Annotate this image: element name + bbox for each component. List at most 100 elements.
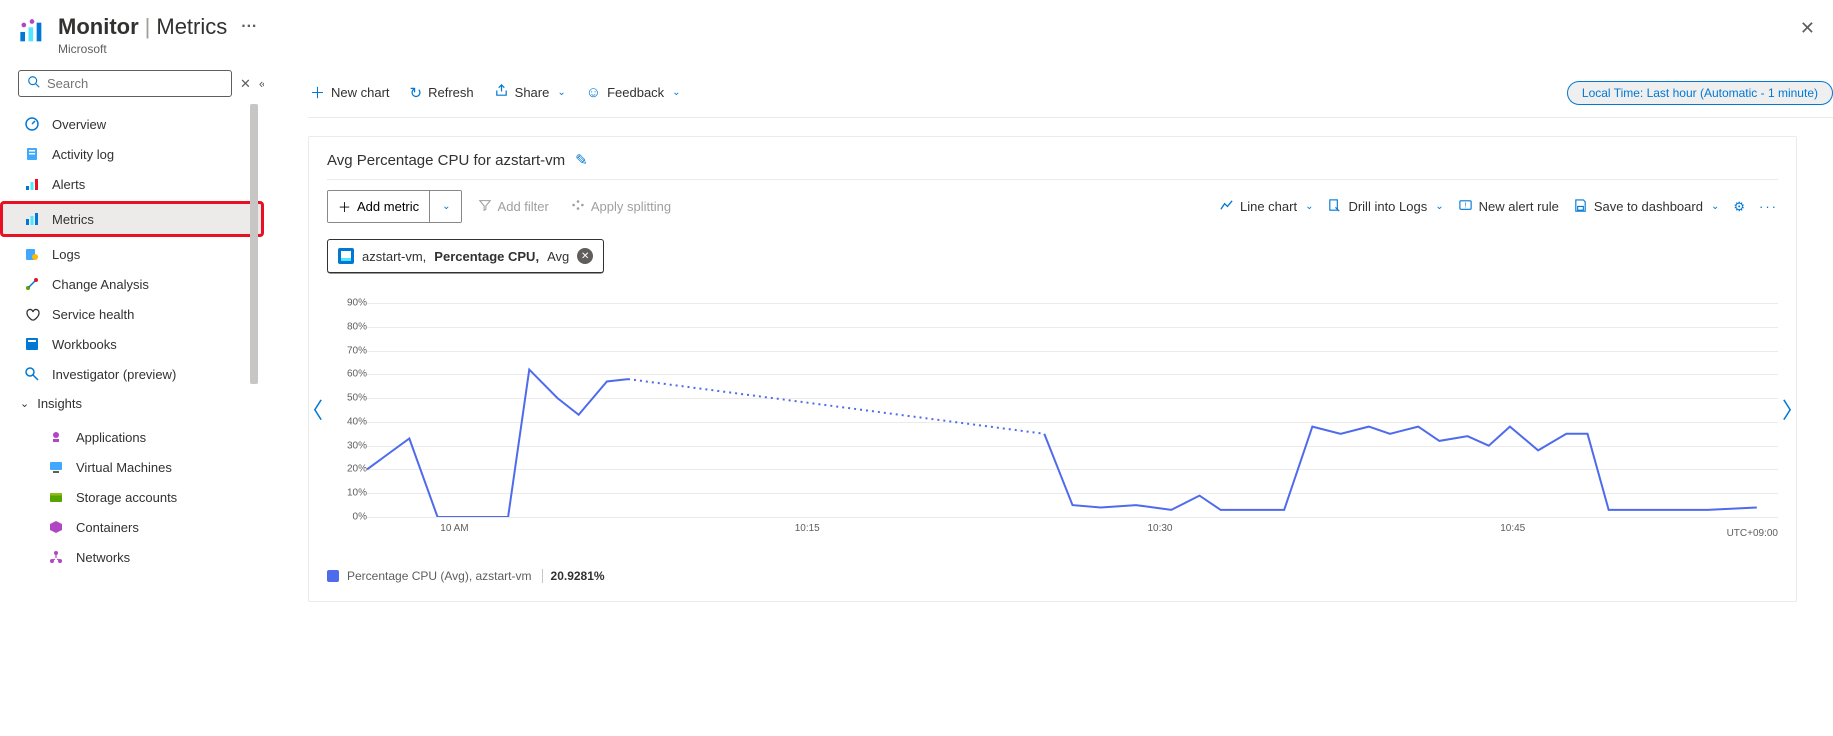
x-tick: 10:45	[1500, 523, 1525, 534]
chart-svg	[367, 303, 1778, 517]
sidebar-item-investigator-preview-[interactable]: Investigator (preview)	[0, 359, 264, 389]
apply-splitting-label: Apply splitting	[591, 199, 671, 214]
sidebar-item-label: Activity log	[52, 147, 114, 162]
health-icon	[24, 306, 40, 322]
new-chart-button[interactable]: ＋ New chart	[308, 78, 392, 107]
refresh-label: Refresh	[428, 85, 474, 100]
refresh-button[interactable]: ↻Refresh	[408, 80, 476, 106]
main-toolbar: ＋ New chart ↻Refresh Share⌄ ☺Feedback⌄ Lo…	[308, 64, 1833, 118]
sidebar-item-label: Storage accounts	[76, 490, 177, 505]
pill-resource: azstart-vm,	[362, 249, 426, 264]
sidebar-item-storage-accounts[interactable]: Storage accounts	[0, 482, 264, 512]
sidebar-scrollbar[interactable]	[250, 104, 258, 404]
y-tick: 60%	[347, 369, 367, 380]
page-header: Monitor | Metrics ··· Microsoft ✕	[0, 0, 1833, 64]
legend-swatch	[327, 570, 339, 582]
chart-next-button[interactable]: 〉	[1782, 393, 1804, 425]
edit-title-button[interactable]: ✎	[575, 151, 588, 169]
title-separator: |	[145, 14, 151, 40]
sidebar-item-label: Containers	[76, 520, 139, 535]
legend-series-name: Percentage CPU (Avg), azstart-vm	[347, 569, 532, 583]
sidebar-item-alerts[interactable]: Alerts	[0, 169, 264, 199]
drill-logs-button[interactable]: Drill into Logs⌄	[1327, 198, 1443, 216]
sidebar-item-overview[interactable]: Overview	[0, 109, 264, 139]
workbooks-icon	[24, 336, 40, 352]
new-alert-button[interactable]: ! New alert rule	[1458, 198, 1559, 216]
sidebar-item-applications[interactable]: Applications	[0, 422, 264, 452]
share-icon	[494, 83, 509, 102]
close-button[interactable]: ✕	[1800, 18, 1815, 39]
add-filter-button[interactable]: Add filter	[472, 192, 555, 221]
sidebar: ✕ « OverviewActivity logAlertsMetricsLog…	[0, 64, 264, 734]
sidebar-item-workbooks[interactable]: Workbooks	[0, 329, 264, 359]
sidebar-item-label: Workbooks	[52, 337, 117, 352]
add-metric-dropdown[interactable]: ⌄	[429, 191, 460, 222]
y-tick: 80%	[347, 321, 367, 332]
filter-icon	[478, 198, 492, 215]
sidebar-item-label: Alerts	[52, 177, 85, 192]
investigator-icon	[24, 366, 40, 382]
sidebar-item-change-analysis[interactable]: Change Analysis	[0, 269, 264, 299]
vms-icon	[48, 459, 64, 475]
share-label: Share	[515, 85, 550, 100]
sidebar-item-service-health[interactable]: Service health	[0, 299, 264, 329]
chart-type-button[interactable]: Line chart⌄	[1219, 198, 1313, 216]
pill-remove-button[interactable]: ✕	[577, 248, 593, 264]
y-tick: 40%	[347, 416, 367, 427]
page-subtitle: Microsoft	[58, 42, 1815, 56]
line-chart-icon	[1219, 198, 1234, 216]
y-tick: 50%	[347, 393, 367, 404]
apps-icon	[48, 429, 64, 445]
save-dashboard-button[interactable]: Save to dashboard⌄	[1573, 198, 1720, 216]
y-axis-labels: 0%10%20%30%40%50%60%70%80%90%	[327, 303, 367, 517]
splitting-icon	[571, 198, 585, 215]
title-more-icon[interactable]: ···	[241, 18, 257, 36]
sidebar-item-label: Overview	[52, 117, 106, 132]
chart-toolbar: ＋Add metric ⌄ Add filter Apply splitting…	[327, 179, 1778, 233]
drill-logs-label: Drill into Logs	[1348, 199, 1427, 214]
time-range-button[interactable]: Local Time: Last hour (Automatic - 1 min…	[1567, 81, 1833, 105]
chart-prev-button[interactable]: 〈	[301, 393, 323, 425]
feedback-button[interactable]: ☺Feedback⌄	[584, 80, 683, 105]
x-tick: 10 AM	[440, 523, 468, 534]
search-input[interactable]	[47, 76, 223, 91]
pill-metric: Percentage CPU,	[434, 249, 539, 264]
page-title: Monitor | Metrics ···	[58, 14, 1815, 40]
chart-more-button[interactable]: ···	[1759, 199, 1778, 214]
sidebar-item-metrics[interactable]: Metrics	[0, 201, 264, 237]
pill-agg: Avg	[547, 249, 569, 264]
add-metric-button[interactable]: ＋Add metric	[328, 191, 429, 222]
chart-settings-button[interactable]: ⚙	[1733, 199, 1745, 215]
svg-text:!: !	[1464, 200, 1466, 209]
save-icon	[1573, 198, 1588, 216]
sidebar-item-label: Change Analysis	[52, 277, 149, 292]
chart-card: Avg Percentage CPU for azstart-vm ✎ ＋Add…	[308, 136, 1797, 602]
chevron-down-icon: ⌄	[442, 201, 450, 212]
chevron-down-icon: ⌄	[1305, 201, 1313, 212]
save-dashboard-label: Save to dashboard	[1594, 199, 1703, 214]
metric-pill[interactable]: azstart-vm, Percentage CPU, Avg ✕	[327, 239, 604, 273]
new-alert-label: New alert rule	[1479, 199, 1559, 214]
vm-icon	[338, 248, 354, 264]
plus-icon: ＋	[310, 82, 325, 103]
apply-splitting-button[interactable]: Apply splitting	[565, 192, 677, 221]
sidebar-item-activity-log[interactable]: Activity log	[0, 139, 264, 169]
sidebar-item-virtual-machines[interactable]: Virtual Machines	[0, 452, 264, 482]
sidebar-item-containers[interactable]: Containers	[0, 512, 264, 542]
y-tick: 90%	[347, 298, 367, 309]
sidebar-item-label: Service health	[52, 307, 134, 322]
main-content: ＋New chart ↻Refresh Share⌄ ☺Feedback⌄ Lo…	[264, 64, 1833, 734]
search-box[interactable]	[18, 70, 232, 97]
new-chart-label: New chart	[331, 85, 390, 100]
share-button[interactable]: Share⌄	[492, 79, 568, 106]
sidebar-group-insights[interactable]: ⌄ Insights	[0, 389, 264, 418]
sidebar-item-label: Metrics	[52, 212, 94, 227]
sidebar-item-logs[interactable]: Logs	[0, 239, 264, 269]
title-main: Monitor	[58, 14, 139, 40]
drill-logs-icon	[1327, 198, 1342, 216]
feedback-label: Feedback	[607, 85, 664, 100]
y-tick: 70%	[347, 345, 367, 356]
search-clear-button[interactable]: ✕	[240, 76, 251, 92]
sidebar-item-networks[interactable]: Networks	[0, 542, 264, 572]
legend-value: 20.9281%	[542, 569, 605, 583]
